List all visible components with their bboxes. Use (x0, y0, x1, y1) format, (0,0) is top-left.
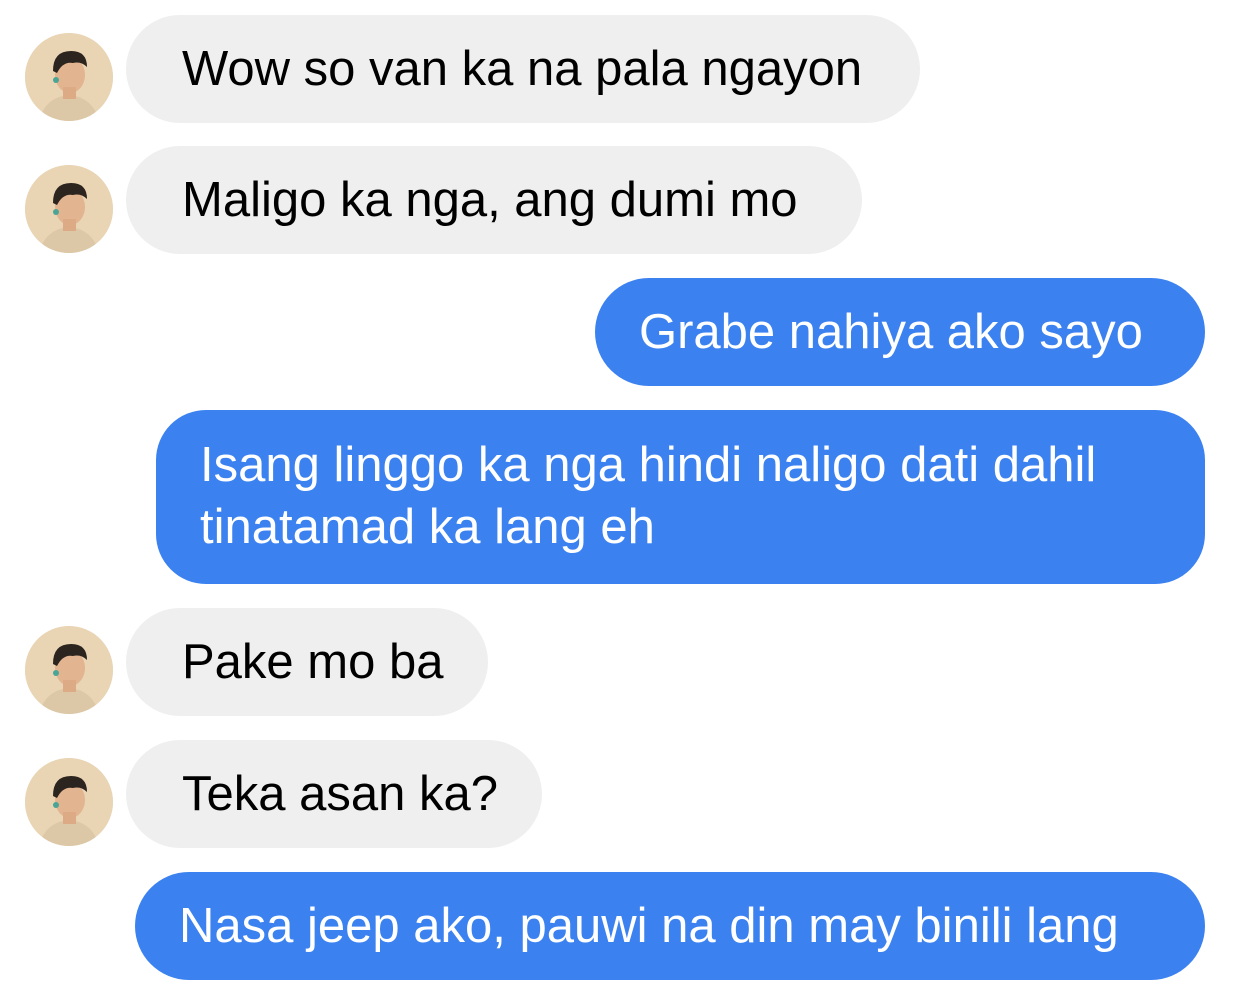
chat-thread: Wow so van ka na pala ngayon Maligo ka n… (0, 0, 1242, 991)
message-text: Isang linggo ka nga hindi naligo dati da… (200, 438, 1097, 554)
message-text: Wow so van ka na pala ngayon (182, 42, 863, 96)
contact-avatar[interactable] (25, 165, 113, 253)
message-text: Maligo ka nga, ang dumi mo (182, 173, 798, 227)
message-bubble[interactable]: Isang linggo ka nga hindi naligo dati da… (156, 410, 1205, 584)
message-text: Teka asan ka? (182, 767, 498, 821)
message-text: Grabe nahiya ako sayo (639, 305, 1143, 359)
contact-avatar[interactable] (25, 626, 113, 714)
contact-avatar[interactable] (25, 33, 113, 121)
message-bubble[interactable]: Pake mo ba (126, 608, 488, 716)
contact-avatar[interactable] (25, 758, 113, 846)
message-bubble[interactable]: Nasa jeep ako, pauwi na din may binili l… (135, 872, 1205, 980)
message-bubble[interactable]: Maligo ka nga, ang dumi mo (126, 146, 862, 254)
message-text: Pake mo ba (182, 635, 444, 689)
message-bubble[interactable]: Teka asan ka? (126, 740, 542, 848)
message-bubble[interactable]: Grabe nahiya ako sayo (595, 278, 1205, 386)
message-text: Nasa jeep ako, pauwi na din may binili l… (179, 899, 1119, 953)
message-bubble[interactable]: Wow so van ka na pala ngayon (126, 15, 920, 123)
